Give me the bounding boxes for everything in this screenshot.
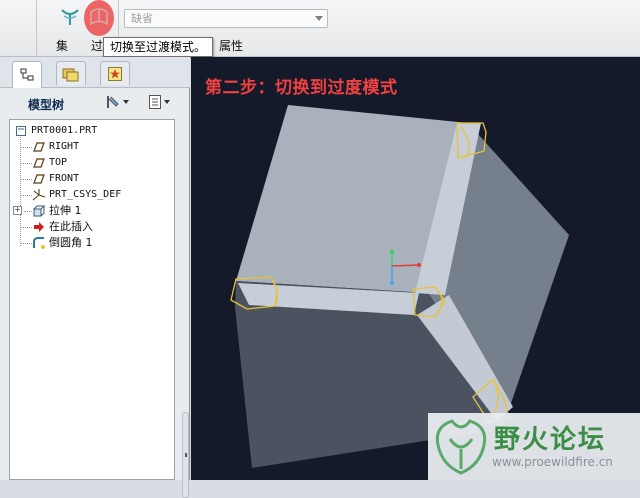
datum-plane-icon bbox=[32, 140, 46, 154]
graphics-window[interactable]: 第二步：切换到过度模式 野火论坛 www.proewildfire.cn bbox=[191, 57, 640, 480]
tab-favorites[interactable] bbox=[100, 61, 130, 85]
tree-item-label: TOP bbox=[49, 157, 68, 168]
set-mode-icon bbox=[61, 9, 79, 25]
tree-item-front[interactable]: FRONT bbox=[32, 171, 79, 187]
round-set-dropdown-value: 缺省 bbox=[131, 12, 153, 25]
ribbon-toolbar: 缺省 集 过 属性 切换至过渡模式。 bbox=[0, 0, 640, 57]
tree-item-round[interactable]: 倒圆角 1 bbox=[32, 235, 93, 251]
navigator-tabs bbox=[0, 57, 190, 88]
insert-here-arrow-icon bbox=[32, 220, 46, 234]
tree-item-label: PRT0001.PRT bbox=[31, 125, 98, 136]
transition-mode-button[interactable] bbox=[84, 0, 114, 36]
tree-connector bbox=[20, 147, 32, 148]
round-icon bbox=[32, 236, 46, 250]
tree-item-label: FRONT bbox=[49, 173, 80, 184]
ribbon-separator bbox=[36, 0, 37, 56]
tab-folder-browser[interactable] bbox=[56, 61, 86, 85]
model-tree-tab-icon bbox=[20, 68, 34, 81]
favorites-tab-icon bbox=[108, 66, 122, 81]
expand-toggle[interactable]: + bbox=[13, 206, 22, 215]
tree-connector bbox=[20, 134, 21, 246]
settings-menu-button[interactable] bbox=[104, 92, 130, 112]
tree-item-top[interactable]: TOP bbox=[32, 155, 67, 171]
tab-model-tree[interactable] bbox=[12, 61, 42, 88]
tab-properties[interactable]: 属性 bbox=[219, 37, 243, 54]
forum-watermark: 野火论坛 www.proewildfire.cn bbox=[428, 413, 640, 480]
tree-connector bbox=[24, 211, 32, 212]
tree-item-label: 拉伸 1 bbox=[49, 204, 82, 217]
datum-plane-icon bbox=[32, 156, 46, 170]
csys-icon bbox=[32, 188, 46, 202]
transition-mode-tooltip: 切换至过渡模式。 bbox=[103, 37, 214, 57]
part-icon bbox=[14, 124, 28, 138]
step-caption: 第二步：切换到过度模式 bbox=[205, 78, 398, 98]
tree-connector bbox=[20, 179, 32, 180]
tree-item-label: 在此插入 bbox=[49, 220, 93, 233]
tree-item-label: PRT_CSYS_DEF bbox=[49, 189, 122, 200]
tab-transition[interactable]: 过 bbox=[91, 37, 103, 54]
tab-set[interactable]: 集 bbox=[56, 37, 68, 54]
datum-plane-icon bbox=[32, 172, 46, 186]
tree-connector bbox=[20, 227, 32, 228]
model-tree-header: 模型树 bbox=[0, 88, 190, 116]
tree-item-insert-here[interactable]: 在此插入 bbox=[32, 219, 93, 235]
round-set-dropdown[interactable]: 缺省 bbox=[124, 9, 328, 28]
model-tree: PRT0001.PRT RIGHT TOP FRONT PRT_CSYS_DEF bbox=[9, 119, 175, 480]
show-list-icon bbox=[149, 95, 161, 109]
forum-logo-icon bbox=[435, 419, 487, 475]
panel-splitter-handle[interactable] bbox=[182, 412, 189, 498]
set-mode-button[interactable] bbox=[58, 4, 82, 30]
tree-connector bbox=[20, 163, 32, 164]
show-menu-button[interactable] bbox=[146, 92, 172, 112]
extrude-icon bbox=[32, 204, 46, 218]
chevron-down-icon bbox=[315, 16, 323, 21]
tree-item-label: RIGHT bbox=[49, 141, 80, 152]
tree-item-csys[interactable]: PRT_CSYS_DEF bbox=[32, 187, 121, 203]
model-tree-title: 模型树 bbox=[28, 98, 65, 112]
transition-mode-icon bbox=[90, 8, 108, 26]
forum-watermark-url: www.proewildfire.cn bbox=[492, 455, 613, 469]
tree-connector bbox=[20, 243, 32, 244]
chevron-down-icon bbox=[164, 100, 170, 104]
tree-item-right[interactable]: RIGHT bbox=[32, 139, 79, 155]
chevron-down-icon bbox=[123, 100, 129, 104]
tree-item-label: 倒圆角 1 bbox=[49, 236, 93, 249]
navigator-panel: 模型树 PRT0001.PRT RIGHT TOP FRONT PRT_CSYS… bbox=[0, 57, 190, 498]
tools-icon bbox=[107, 96, 119, 108]
folder-tab-icon bbox=[62, 68, 79, 81]
forum-watermark-name: 野火论坛 bbox=[494, 425, 607, 455]
tree-item-root-part[interactable]: PRT0001.PRT bbox=[14, 123, 97, 139]
tree-connector bbox=[20, 195, 32, 196]
tree-item-extrude[interactable]: 拉伸 1 bbox=[32, 203, 82, 219]
